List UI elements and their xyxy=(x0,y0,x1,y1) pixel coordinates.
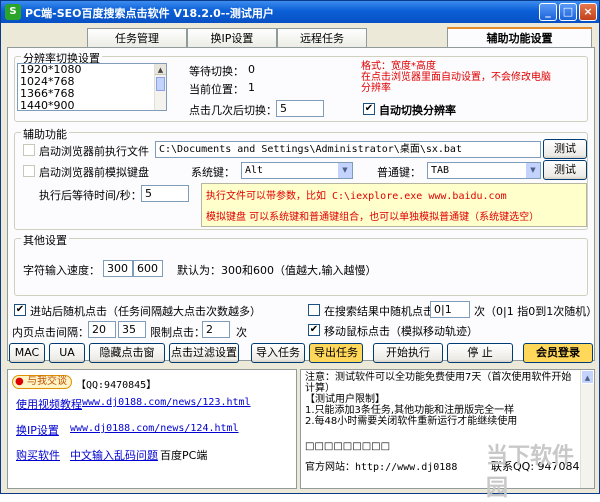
input-speed-min[interactable]: 300 xyxy=(103,260,133,277)
window-title: PC端-SEO百度搜索点击软件 V18.2.0--测试用户 xyxy=(25,7,274,20)
hide-window-button[interactable]: 隐藏点击窗 xyxy=(89,343,165,363)
normal-key-select[interactable]: TAB ▼ xyxy=(427,162,541,179)
tab-task-manage[interactable]: 任务管理 xyxy=(87,28,187,48)
buy-software-link[interactable]: 购买软件 xyxy=(16,447,60,463)
qq-penguin-icon: ● xyxy=(15,376,24,387)
assist-note-box: 执行文件可以带参数，比如 C:\iexplore.exe www.baidu.c… xyxy=(201,183,587,227)
search-random-note: 次（0|1 指0到1次随机） xyxy=(474,305,598,318)
click-limit-input[interactable]: 2 xyxy=(202,321,230,338)
baidu-pc-text: 百度PC端 xyxy=(160,449,208,462)
qq-number: 【QQ:9470845】 xyxy=(76,380,157,391)
current-position-label: 当前位置： xyxy=(189,83,244,96)
move-mouse-label: 移动鼠标点击（模拟移动轨迹） xyxy=(324,325,478,338)
garbled-input-link[interactable]: 中文输入乱码问题 xyxy=(70,447,158,463)
input-speed-default-note: 默认为：300和600（值越大,输入越慢） xyxy=(177,264,377,277)
normal-key-label: 普通键： xyxy=(377,166,421,179)
minimize-button[interactable]: _ xyxy=(539,3,557,21)
assist-group: 辅助功能 启动浏览器前执行文件 C:\Documents and Setting… xyxy=(14,126,588,230)
qq-chat-label: 与我交谈 xyxy=(27,376,67,387)
wait-after-exec-input[interactable]: 5 xyxy=(141,185,189,202)
ip-settings-link[interactable]: 换IP设置 xyxy=(16,422,59,438)
title-bar: S PC端-SEO百度搜索点击软件 V18.2.0--测试用户 _ □ × xyxy=(1,1,599,23)
exec-note: 执行文件可以带参数，比如 C:\iexplore.exe www.baidu.c… xyxy=(206,191,507,202)
assist-group-title: 辅助功能 xyxy=(21,126,69,142)
notice-line: 注意：测试软件可以全功能免费使用7天（首次使用软件开始计算） xyxy=(305,372,572,394)
click-limit-unit: 次 xyxy=(236,326,247,339)
app-icon: S xyxy=(5,4,21,20)
interval-max-input[interactable]: 35 xyxy=(118,321,146,338)
keyboard-sim-checkbox[interactable] xyxy=(23,165,35,177)
exec-file-checkbox[interactable] xyxy=(23,144,35,156)
notice-line: 【测试用户限制】 xyxy=(305,394,385,405)
keyboard-note: 模拟键盘 可以系统键和普通键组合，也可以单独模拟普通键（系统键选空） xyxy=(206,212,540,223)
official-site: 官方网站：http://www.dj0188 xyxy=(305,462,458,473)
notice-scrollbar[interactable]: ▲ xyxy=(580,370,594,488)
resolution-list[interactable]: 1920*1080 1024*768 1366*768 1440*900 ▲ xyxy=(17,63,167,112)
scroll-up-icon[interactable]: ▲ xyxy=(581,370,594,384)
wait-switch-value: 0 xyxy=(248,63,255,76)
other-group: 其他设置 字符输入速度： 300 600 默认为：300和600（值越大,输入越… xyxy=(14,232,588,296)
system-key-select[interactable]: Alt ▼ xyxy=(241,162,353,179)
member-login-button[interactable]: 会员登录 xyxy=(523,343,593,363)
info-panel-left: ● 与我交谈 【QQ:9470845】 使用视频教程 www.dj0188.com… xyxy=(7,369,297,489)
notice-line: 1.只能添加3条任务,其他功能和注册版完全一样 xyxy=(305,405,515,416)
video-tutorial-url[interactable]: www.dj0188.com/news/123.html xyxy=(82,397,251,408)
resolution-scrollbar[interactable]: ▲ xyxy=(154,64,166,110)
notice-panel: 注意：测试软件可以全功能免费使用7天（首次使用软件开始计算） 【测试用户限制】 … xyxy=(300,369,595,501)
import-task-button[interactable]: 导入任务 xyxy=(251,343,305,363)
switch-after-clicks-label: 点击几次后切换： xyxy=(189,104,277,117)
exec-file-path-input[interactable]: C:\Documents and Settings\Administrator\… xyxy=(155,141,541,158)
exec-file-label: 启动浏览器前执行文件 xyxy=(39,145,149,158)
video-tutorial-link[interactable]: 使用视频教程 xyxy=(16,396,82,412)
random-click-label: 进站后随机点击（任务间隔越大点击次数越多） xyxy=(30,305,261,318)
inner-page-interval-label: 内页点击间隔： xyxy=(12,326,89,339)
exec-test-button[interactable]: 测试 xyxy=(543,139,587,159)
random-click-checkbox[interactable]: ✔ xyxy=(14,304,26,316)
input-speed-max[interactable]: 600 xyxy=(133,260,163,277)
system-key-label: 系统键： xyxy=(191,166,235,179)
auto-switch-checkbox[interactable]: ✔ xyxy=(363,103,375,115)
close-button[interactable]: × xyxy=(579,3,597,21)
tab-assist-settings[interactable]: 辅助功能设置 xyxy=(447,27,592,48)
system-key-value: Alt xyxy=(245,165,264,176)
tab-ip-settings[interactable]: 换IP设置 xyxy=(187,28,277,48)
search-random-checkbox[interactable] xyxy=(308,304,320,316)
maximize-button[interactable]: □ xyxy=(559,3,577,21)
wait-after-exec-label: 执行后等待时间/秒： xyxy=(39,189,142,202)
mac-button[interactable]: MAC xyxy=(9,343,45,363)
stop-button[interactable]: 停 止 xyxy=(447,343,513,363)
chevron-down-icon[interactable]: ▼ xyxy=(338,163,352,178)
click-limit-label: 限制点击： xyxy=(150,326,205,339)
keyboard-sim-label: 启动浏览器前模拟键盘 xyxy=(39,166,149,179)
keyboard-test-button[interactable]: 测试 xyxy=(543,160,587,180)
watermark: 当下软件园 xyxy=(486,444,575,501)
auto-switch-label: 自动切换分辨率 xyxy=(379,104,456,117)
current-position-value: 1 xyxy=(248,81,255,94)
resolution-item[interactable]: 1440*900 xyxy=(20,100,166,112)
resolution-format-note: 格式：宽度*高度 在点击浏览器里面自动设置，不会修改电脑分辨率 xyxy=(361,61,551,94)
wait-switch-label: 等待切换： xyxy=(189,65,244,78)
export-task-button[interactable]: 导出任务 xyxy=(309,343,363,363)
search-random-input[interactable]: 0|1 xyxy=(430,301,470,318)
settings-panel: 分辨率切换设置 1920*1080 1024*768 1366*768 1440… xyxy=(7,47,598,361)
ua-button[interactable]: UA xyxy=(49,343,85,363)
switch-after-clicks-input[interactable]: 5 xyxy=(276,100,324,117)
click-filter-button[interactable]: 点击过滤设置 xyxy=(169,343,239,363)
move-mouse-checkbox[interactable]: ✔ xyxy=(308,324,320,336)
tab-remote-task[interactable]: 远程任务 xyxy=(277,28,367,48)
interval-min-input[interactable]: 20 xyxy=(88,321,116,338)
search-random-label: 在搜索结果中随机点击 xyxy=(324,305,434,318)
resolution-group: 分辨率切换设置 1920*1080 1024*768 1366*768 1440… xyxy=(14,50,588,122)
start-button[interactable]: 开始执行 xyxy=(373,343,443,363)
ip-settings-url[interactable]: www.dj0188.com/news/124.html xyxy=(70,423,239,434)
other-group-title: 其他设置 xyxy=(21,232,69,248)
normal-key-value: TAB xyxy=(431,165,450,176)
input-speed-label: 字符输入速度： xyxy=(23,264,100,277)
qq-chat-badge[interactable]: ● 与我交谈 xyxy=(12,375,72,389)
main-window: S PC端-SEO百度搜索点击软件 V18.2.0--测试用户 _ □ × 任务… xyxy=(0,0,600,501)
notice-line: 2.每48小时需要关闭软件重新运行才能继续使用 xyxy=(305,416,518,427)
tab-bar: 任务管理 换IP设置 远程任务 辅助功能设置 xyxy=(7,27,595,48)
chevron-down-icon[interactable]: ▼ xyxy=(526,163,540,178)
